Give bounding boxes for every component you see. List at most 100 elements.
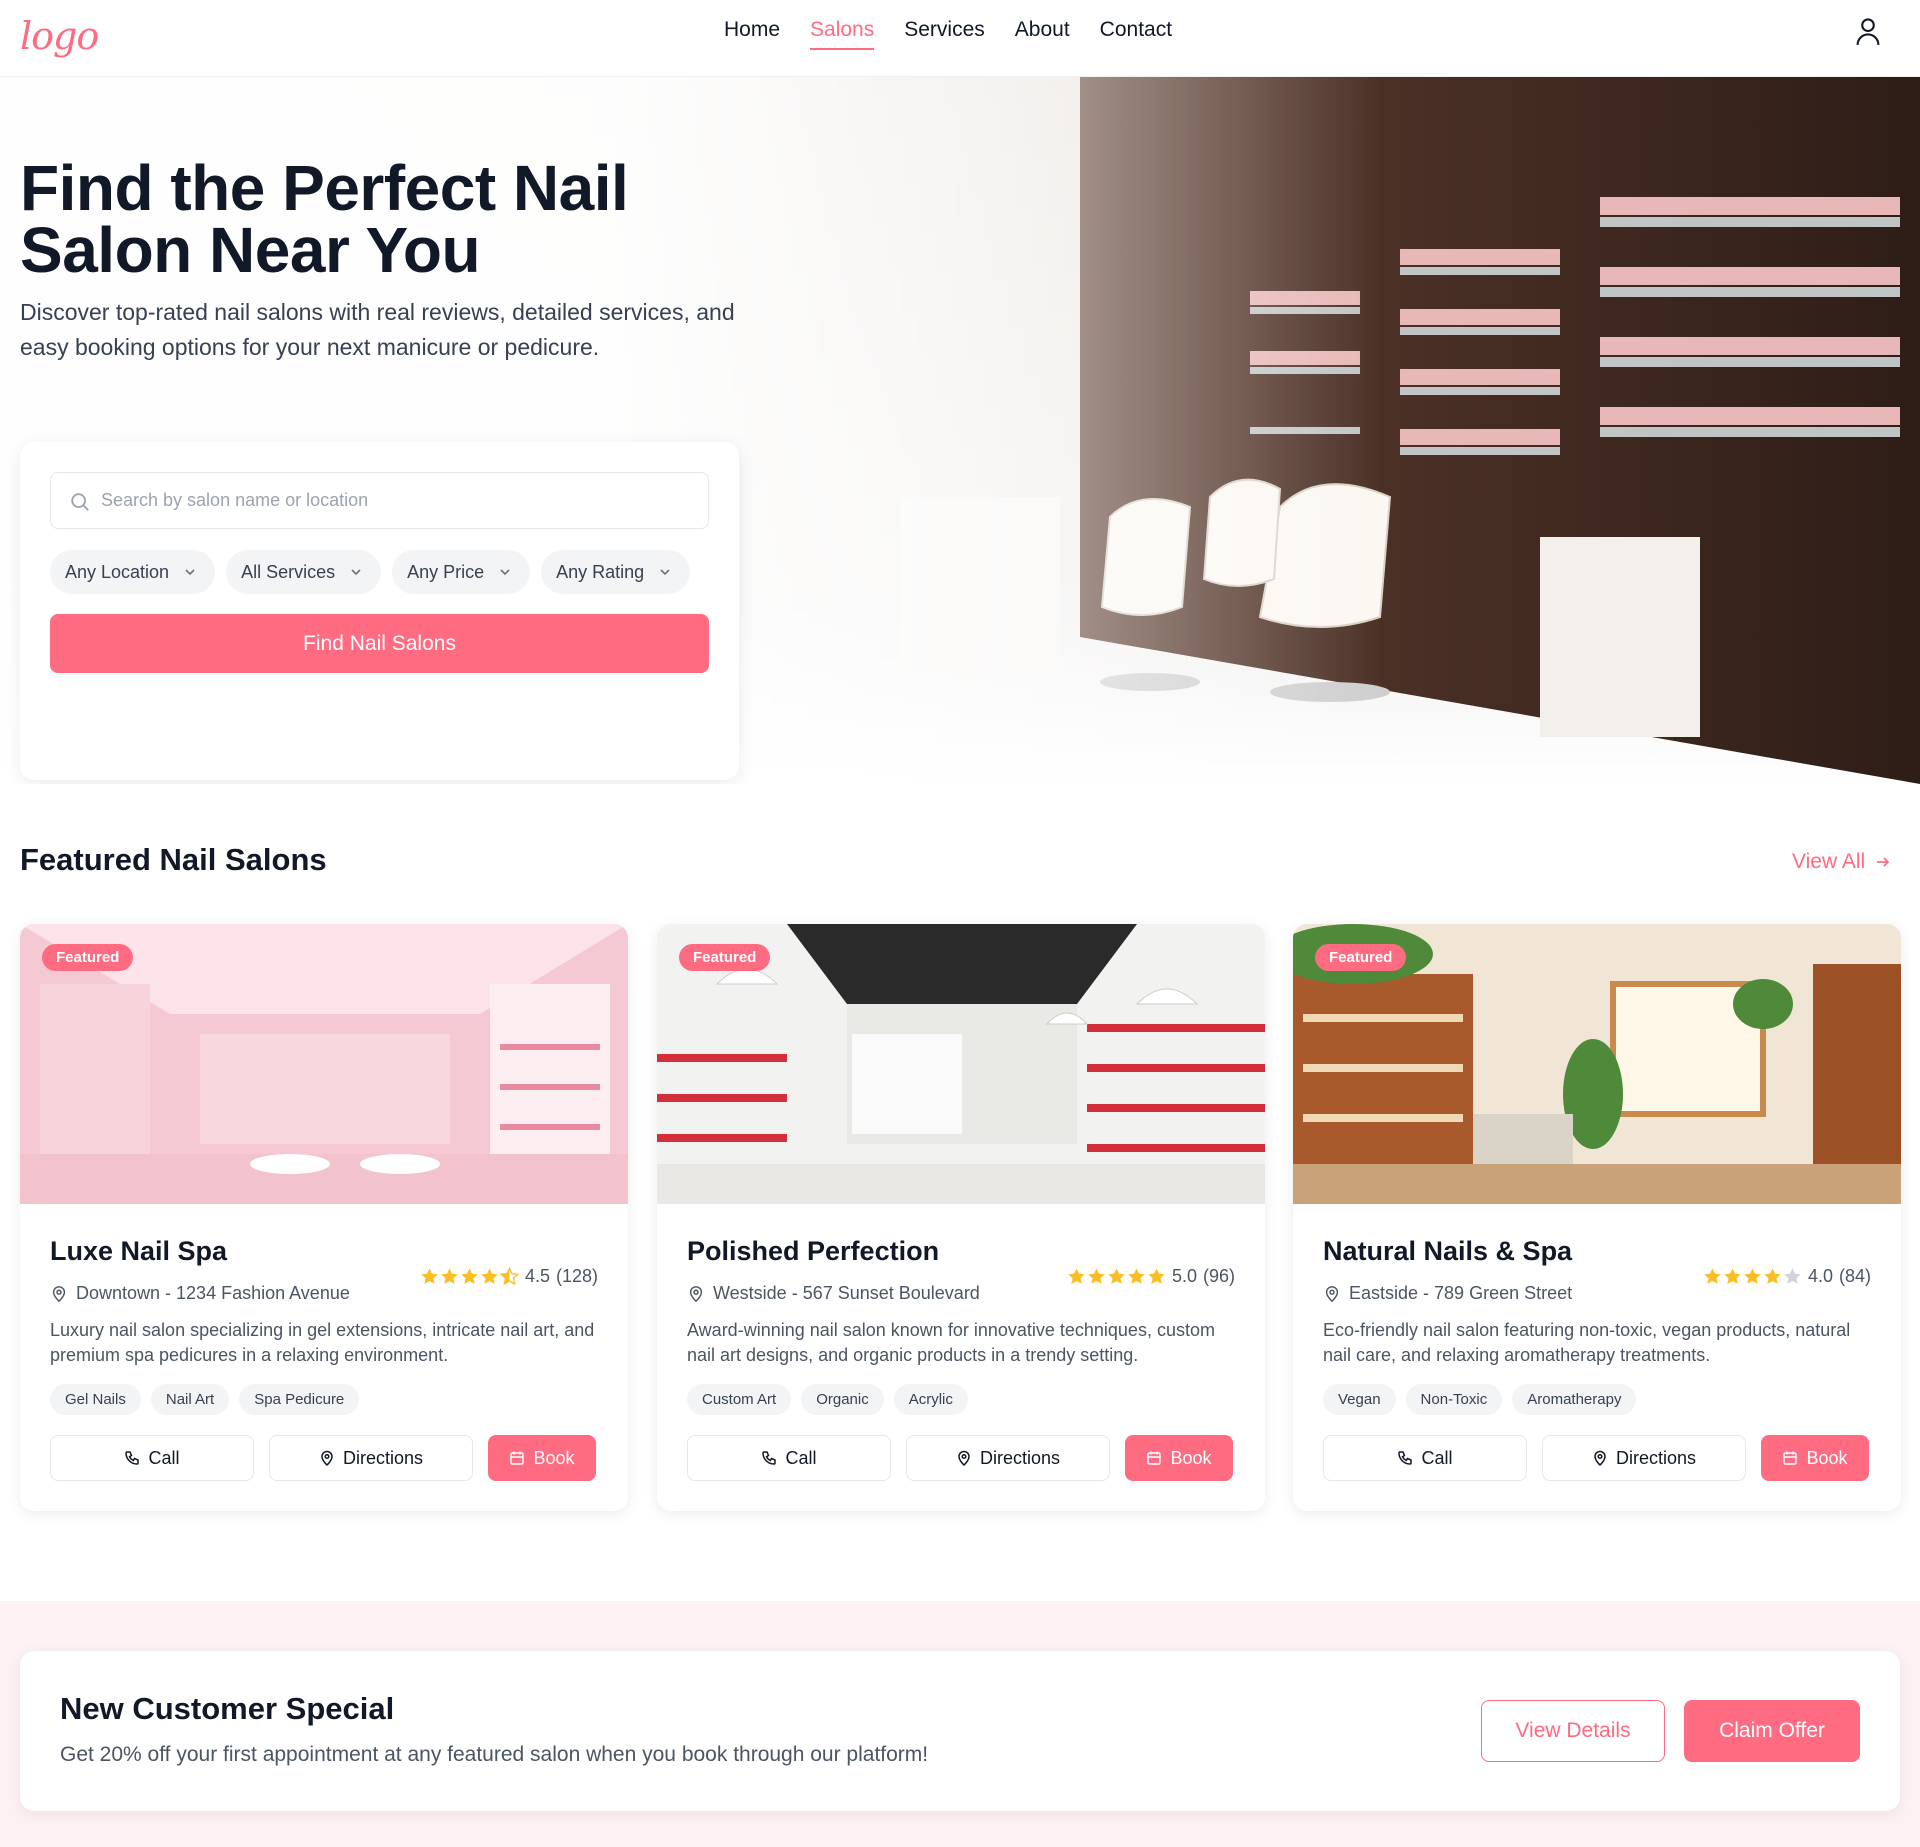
star-half-icon: [499, 1267, 519, 1286]
featured-badge: Featured: [42, 944, 134, 971]
map-pin-icon: [52, 1285, 66, 1302]
salon-tags: Vegan Non-Toxic Aromatherapy: [1323, 1384, 1871, 1415]
user-icon[interactable]: [1854, 16, 1882, 46]
search-placeholder: Search by salon name or location: [101, 490, 369, 510]
star-icon: [1068, 1268, 1085, 1284]
card-actions: Call Directions Book: [687, 1435, 1235, 1481]
star-rating: [1703, 1267, 1802, 1286]
nav-contact[interactable]: Contact: [1100, 18, 1172, 50]
nav-about[interactable]: About: [1015, 18, 1070, 50]
chevron-down-icon: [185, 569, 195, 576]
rating-filter[interactable]: Any Rating: [541, 550, 691, 594]
promo-section: New Customer Special Get 20% off your fi…: [0, 1601, 1920, 1847]
salon-tags: Gel Nails Nail Art Spa Pedicure: [50, 1384, 598, 1415]
tag: Organic: [801, 1384, 884, 1415]
chevron-down-icon: [351, 569, 361, 576]
tag: Acrylic: [893, 1384, 968, 1415]
salon-name[interactable]: Natural Nails & Spa: [1323, 1236, 1871, 1267]
book-button[interactable]: Book: [1125, 1435, 1233, 1481]
star-rating: [1067, 1267, 1166, 1286]
search-input[interactable]: Search by salon name or location: [50, 472, 709, 529]
call-button[interactable]: Call: [50, 1435, 254, 1481]
view-all-link[interactable]: View All: [1792, 850, 1891, 874]
nav-salons[interactable]: Salons: [810, 18, 875, 50]
directions-button[interactable]: Directions: [906, 1435, 1110, 1481]
star-icon: [1704, 1268, 1721, 1284]
star-icon: [1724, 1268, 1741, 1284]
salon-image: Featured: [1293, 924, 1901, 1204]
search-icon: [71, 493, 89, 511]
star-icon: [1744, 1268, 1761, 1284]
promo-card: New Customer Special Get 20% off your fi…: [20, 1651, 1900, 1811]
star-icon: [1764, 1268, 1781, 1284]
tag: Spa Pedicure: [239, 1384, 360, 1415]
featured-title: Featured Nail Salons: [20, 842, 327, 877]
map-pin-icon: [1325, 1285, 1339, 1302]
star-icon: [481, 1268, 498, 1284]
hero-subtitle: Discover top-rated nail salons with real…: [20, 299, 735, 360]
chevron-down-icon: [660, 569, 670, 576]
tag: Custom Art: [687, 1384, 792, 1415]
nav-home[interactable]: Home: [724, 18, 780, 50]
promo-text: Get 20% off your first appointment at an…: [60, 1743, 929, 1766]
logo[interactable]: logo: [20, 14, 99, 58]
find-salons-button[interactable]: Find Nail Salons: [50, 614, 709, 673]
card-actions: Call Directions Book: [50, 1435, 598, 1481]
call-button[interactable]: Call: [687, 1435, 891, 1481]
directions-button[interactable]: Directions: [269, 1435, 473, 1481]
tag: Vegan: [1323, 1384, 1396, 1415]
phone-icon: [125, 1451, 140, 1465]
calendar-icon: [1783, 1451, 1798, 1465]
star-icon: [441, 1268, 458, 1284]
claim-offer-button[interactable]: Claim Offer: [1684, 1700, 1860, 1762]
promo-title: New Customer Special: [60, 1691, 395, 1726]
call-button[interactable]: Call: [1323, 1435, 1527, 1481]
book-button[interactable]: Book: [488, 1435, 596, 1481]
chevron-down-icon: [500, 569, 510, 576]
star-icon: [1148, 1268, 1165, 1284]
tag: Nail Art: [150, 1384, 230, 1415]
site-header: logo Home Salons Services About Contact: [0, 0, 1920, 77]
location-filter[interactable]: Any Location: [50, 550, 216, 594]
directions-button[interactable]: Directions: [1542, 1435, 1746, 1481]
star-icon: [1128, 1268, 1145, 1284]
calendar-icon: [510, 1451, 525, 1465]
salon-description: Award-winning nail salon known for innov…: [687, 1320, 1215, 1365]
salon-card[interactable]: Featured Natural Nails & Spa 4.0 (84) Ea…: [1293, 924, 1901, 1511]
star-rating: [420, 1267, 519, 1286]
star-icon: [421, 1268, 438, 1284]
salon-rating: 4.0 (84): [1703, 1266, 1871, 1287]
salon-rating: 4.5 (128): [420, 1266, 598, 1287]
hero-title: Find the Perfect Nail Salon Near You: [20, 152, 629, 286]
salon-name[interactable]: Polished Perfection: [687, 1236, 1235, 1267]
salon-description: Luxury nail salon specializing in gel ex…: [50, 1320, 595, 1365]
star-icon: [461, 1268, 478, 1284]
nav-services[interactable]: Services: [904, 18, 985, 50]
view-details-button[interactable]: View Details: [1481, 1700, 1665, 1762]
arrow-right-icon: [1877, 857, 1890, 867]
phone-icon: [762, 1451, 777, 1465]
star-empty-icon: [1784, 1268, 1801, 1284]
salon-image: Featured: [20, 924, 628, 1204]
services-filter[interactable]: All Services: [226, 550, 382, 594]
star-icon: [1088, 1268, 1105, 1284]
salon-tags: Custom Art Organic Acrylic: [687, 1384, 1235, 1415]
salon-card[interactable]: Featured Polished Perfection 5.0 (96) We…: [657, 924, 1265, 1511]
book-button[interactable]: Book: [1761, 1435, 1869, 1481]
calendar-icon: [1147, 1451, 1162, 1465]
salon-image: Featured: [657, 924, 1265, 1204]
tag: Gel Nails: [50, 1384, 141, 1415]
salon-card[interactable]: Featured Luxe Nail Spa 4.5 (128) Downtow…: [20, 924, 628, 1511]
salon-name[interactable]: Luxe Nail Spa: [50, 1236, 598, 1267]
price-filter[interactable]: Any Price: [392, 550, 531, 594]
map-pin-icon: [689, 1285, 703, 1302]
tag: Non-Toxic: [1405, 1384, 1503, 1415]
map-pin-icon: [1594, 1450, 1606, 1466]
tag: Aromatherapy: [1512, 1384, 1637, 1415]
star-icon: [1108, 1268, 1125, 1284]
main-nav: Home Salons Services About Contact: [724, 18, 1172, 50]
salon-rating: 5.0 (96): [1067, 1266, 1235, 1287]
filter-row: Any Location All Services Any Price Any …: [50, 550, 691, 594]
featured-badge: Featured: [1315, 944, 1407, 971]
phone-icon: [1398, 1451, 1413, 1465]
